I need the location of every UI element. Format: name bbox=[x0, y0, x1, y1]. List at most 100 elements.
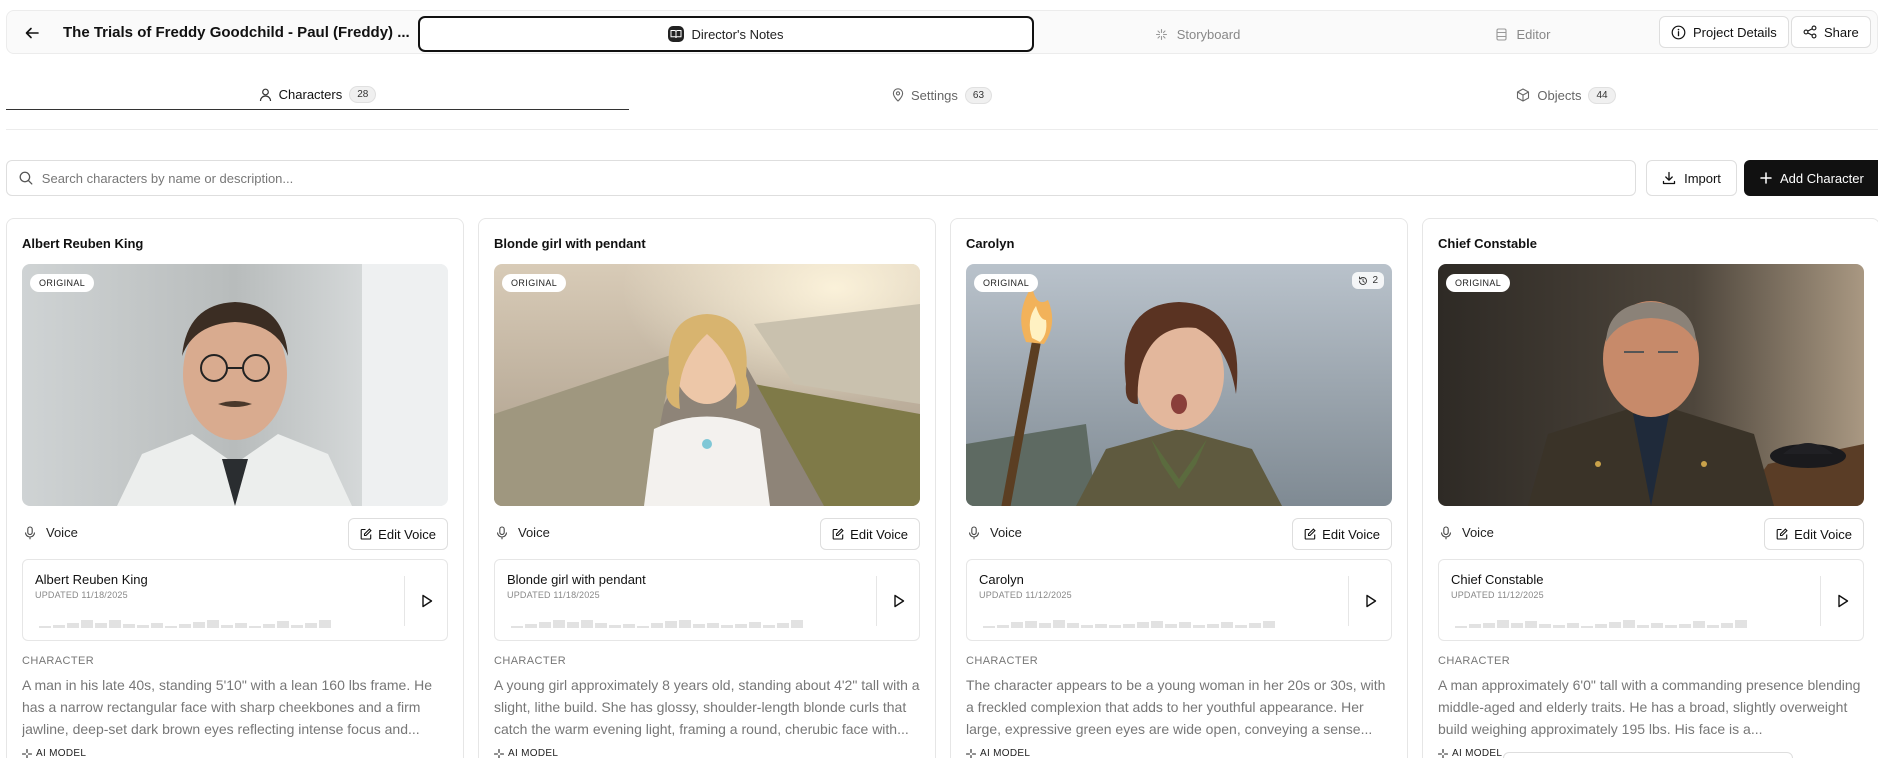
play-button[interactable] bbox=[415, 589, 439, 613]
character-type-label: CHARACTER bbox=[966, 655, 1039, 667]
voice-divider bbox=[404, 576, 405, 626]
waveform bbox=[1455, 612, 1747, 628]
play-button[interactable] bbox=[1359, 589, 1383, 613]
tab-storyboard[interactable]: Storyboard bbox=[1127, 16, 1267, 52]
import-label: Import bbox=[1684, 170, 1721, 186]
voice-updated: UPDATED 11/18/2025 bbox=[35, 590, 128, 600]
character-name: Chief Constable bbox=[1438, 236, 1537, 251]
waveform bbox=[511, 612, 803, 628]
edit-icon bbox=[360, 528, 372, 540]
map-pin-icon bbox=[892, 88, 904, 102]
waveform bbox=[39, 612, 331, 628]
microphone-icon bbox=[968, 525, 980, 539]
character-name: Blonde girl with pendant bbox=[494, 236, 646, 251]
tab-settings[interactable]: Settings 63 bbox=[630, 80, 1254, 110]
ai-model-text: AI MODEL bbox=[1452, 748, 1503, 758]
add-character-button[interactable]: Add Character bbox=[1744, 160, 1878, 196]
characters-count-badge: 28 bbox=[349, 86, 377, 103]
character-name: Carolyn bbox=[966, 236, 1015, 251]
tab-objects[interactable]: Objects 44 bbox=[1254, 80, 1878, 110]
character-image[interactable]: ORIGINAL bbox=[22, 264, 448, 506]
sparkle-icon bbox=[966, 748, 976, 758]
voice-preview: Chief Constable UPDATED 11/12/2025 bbox=[1438, 559, 1864, 641]
search-input[interactable] bbox=[41, 170, 1623, 186]
character-card[interactable]: Blonde girl with pendant ORIGINAL Voice bbox=[478, 218, 936, 758]
voice-label: Voice bbox=[46, 525, 78, 540]
voice-label: Voice bbox=[518, 525, 550, 540]
character-description: A young girl approximately 8 years old, … bbox=[494, 677, 920, 737]
voice-updated: UPDATED 11/12/2025 bbox=[979, 590, 1072, 600]
original-badge: ORIGINAL bbox=[1446, 274, 1511, 292]
project-title: The Trials of Freddy Goodchild - Paul (F… bbox=[63, 24, 410, 41]
top-bar: The Trials of Freddy Goodchild - Paul (F… bbox=[6, 10, 1878, 54]
character-description: A man in his late 40s, standing 5'10" wi… bbox=[22, 677, 432, 737]
tab-directors-notes[interactable]: Director's Notes bbox=[418, 16, 1034, 52]
box-icon bbox=[1517, 88, 1530, 102]
play-button[interactable] bbox=[1831, 589, 1855, 613]
character-image[interactable]: ORIGINAL bbox=[494, 264, 920, 506]
add-character-label: Add Character bbox=[1780, 170, 1864, 186]
version-count: 2 bbox=[1372, 275, 1378, 286]
tab-characters[interactable]: Characters 28 bbox=[6, 80, 629, 110]
plus-icon bbox=[1760, 172, 1772, 184]
character-card[interactable]: Carolyn ORIGINAL 2 Voice Edit Voice Caro… bbox=[950, 218, 1408, 758]
play-button[interactable] bbox=[887, 589, 911, 613]
edit-voice-label: Edit Voice bbox=[1794, 526, 1852, 542]
share-button[interactable]: Share bbox=[1791, 16, 1871, 48]
tab-objects-label: Objects bbox=[1537, 87, 1582, 103]
character-description: A man approximately 6'0" tall with a com… bbox=[1438, 677, 1861, 737]
back-button[interactable] bbox=[21, 22, 43, 44]
import-button[interactable]: Import bbox=[1646, 160, 1737, 196]
original-badge: ORIGINAL bbox=[974, 274, 1039, 292]
ai-model-text: AI MODEL bbox=[36, 748, 87, 758]
character-card[interactable]: Albert Reuben King ORIGINAL Voice Edit V… bbox=[6, 218, 464, 758]
edit-voice-label: Edit Voice bbox=[850, 526, 908, 542]
ai-model-label: AI MODEL bbox=[966, 748, 1030, 758]
voice-preview: Blonde girl with pendant UPDATED 11/18/2… bbox=[494, 559, 920, 641]
character-card[interactable]: Chief Constable ORIGINAL Voice Edit Voic… bbox=[1422, 218, 1878, 758]
character-image[interactable]: ORIGINAL 2 bbox=[966, 264, 1392, 506]
voice-divider bbox=[1820, 576, 1821, 626]
edit-voice-button[interactable]: Edit Voice bbox=[348, 518, 448, 550]
voice-divider bbox=[876, 576, 877, 626]
edit-voice-button[interactable]: Edit Voice bbox=[1292, 518, 1392, 550]
user-icon bbox=[259, 88, 271, 101]
tab-directors-notes-label: Director's Notes bbox=[691, 26, 784, 42]
play-icon bbox=[1838, 594, 1849, 608]
voice-row: Voice Edit Voice bbox=[1438, 518, 1864, 550]
project-details-button[interactable]: Project Details bbox=[1659, 16, 1789, 48]
character-image[interactable]: ORIGINAL bbox=[1438, 264, 1864, 506]
voice-label: Voice bbox=[1462, 525, 1494, 540]
voice-name: Albert Reuben King bbox=[35, 572, 148, 587]
voice-row: Voice Edit Voice bbox=[22, 518, 448, 550]
voice-row: Voice Edit Voice bbox=[966, 518, 1392, 550]
character-type-label: CHARACTER bbox=[22, 655, 95, 667]
ai-model-label: AI MODEL bbox=[494, 748, 558, 758]
ai-model-select[interactable] bbox=[1503, 752, 1793, 758]
microphone-icon bbox=[24, 525, 36, 539]
waveform bbox=[983, 612, 1275, 628]
microphone-icon bbox=[496, 525, 508, 539]
edit-icon bbox=[1304, 528, 1316, 540]
voice-name: Carolyn bbox=[979, 572, 1024, 587]
play-icon bbox=[894, 594, 905, 608]
edit-voice-button[interactable]: Edit Voice bbox=[820, 518, 920, 550]
film-icon bbox=[1494, 26, 1510, 42]
book-icon bbox=[668, 26, 685, 42]
share-icon bbox=[1803, 25, 1817, 39]
tab-editor[interactable]: Editor bbox=[1467, 16, 1577, 52]
tabs-divider bbox=[6, 129, 1878, 130]
tab-characters-label: Characters bbox=[278, 87, 343, 102]
voice-name: Chief Constable bbox=[1451, 572, 1544, 587]
original-badge: ORIGINAL bbox=[502, 274, 567, 292]
search-icon bbox=[19, 171, 33, 185]
character-name: Albert Reuben King bbox=[22, 236, 144, 251]
character-type-label: CHARACTER bbox=[1438, 655, 1511, 667]
version-badge: 2 bbox=[1352, 272, 1384, 289]
character-type-label: CHARACTER bbox=[494, 655, 567, 667]
tab-storyboard-label: Storyboard bbox=[1176, 26, 1241, 42]
share-label: Share bbox=[1824, 24, 1859, 40]
voice-preview: Albert Reuben King UPDATED 11/18/2025 bbox=[22, 559, 448, 641]
edit-voice-button[interactable]: Edit Voice bbox=[1764, 518, 1864, 550]
history-icon bbox=[1359, 276, 1368, 285]
